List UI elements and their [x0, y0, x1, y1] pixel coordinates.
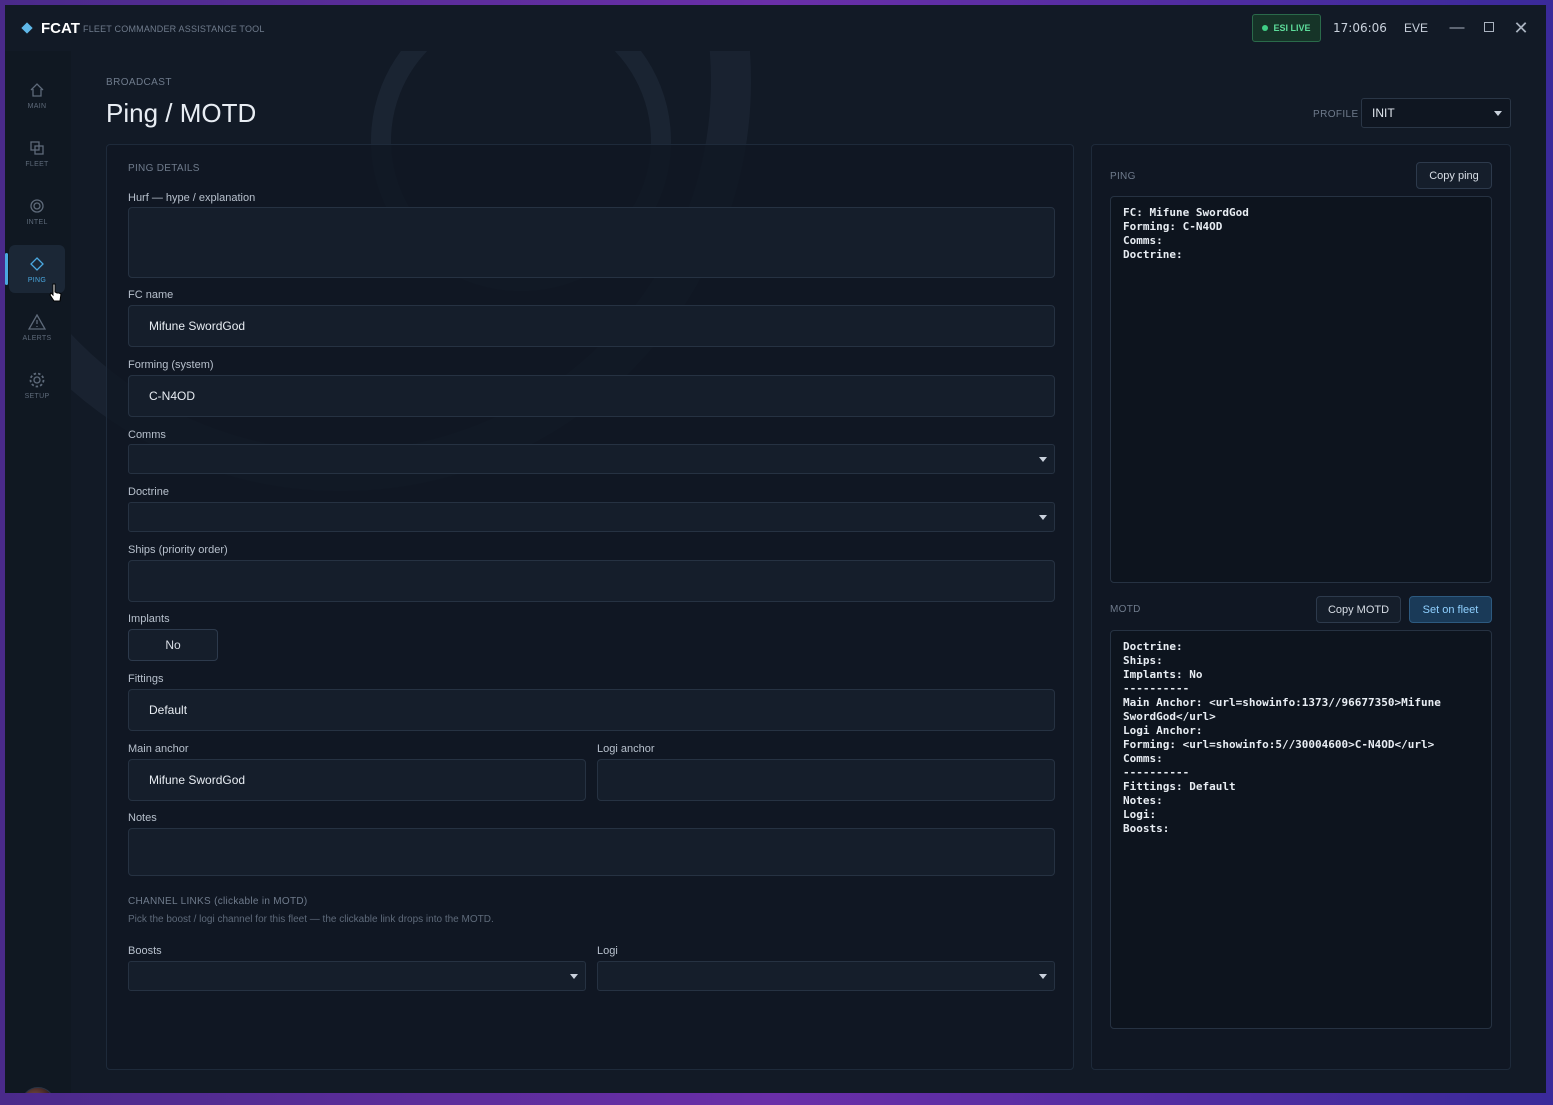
logi-anchor-label: Logi anchor [597, 743, 655, 755]
fittings-input[interactable]: Default [128, 689, 1055, 731]
sidebar-item-fleet[interactable]: FLEET [9, 129, 65, 177]
sidebar-item-label: SETUP [24, 392, 50, 400]
status-dot-icon [1262, 25, 1269, 31]
motd-text-area[interactable]: Doctrine: Ships: Implants: No ----------… [1110, 630, 1492, 1029]
esi-status-text: ESI LIVE [1273, 23, 1311, 33]
fc-name-input[interactable]: Mifune SwordGod [128, 305, 1055, 347]
alert-icon [28, 313, 46, 331]
maximize-button[interactable] [1478, 17, 1500, 39]
main-anchor-input[interactable]: Mifune SwordGod [128, 759, 586, 801]
sidebar: MAIN FLEET INTEL PING ALERTS SETUP [5, 51, 71, 1093]
avatar[interactable] [21, 1087, 55, 1093]
chevron-down-icon [1039, 457, 1047, 462]
breadcrumb: BROADCAST [106, 77, 172, 88]
profile-select-value: INIT [1372, 106, 1395, 120]
fc-name-label: FC name [128, 289, 174, 301]
intel-icon [28, 197, 46, 215]
forming-label: Forming (system) [128, 359, 214, 371]
logi-label: Logi [597, 945, 618, 957]
fittings-label: Fittings [128, 673, 164, 685]
profile-label: PROFILE [1313, 109, 1359, 120]
logi-anchor-input[interactable] [597, 759, 1055, 801]
ships-input[interactable] [128, 560, 1055, 602]
notes-label: Notes [128, 812, 157, 824]
channel-links-hint: Pick the boost / logi channel for this f… [128, 914, 494, 925]
ping-text-area[interactable]: FC: Mifune SwordGod Forming: C-N4OD Comm… [1110, 196, 1492, 583]
copy-ping-button[interactable]: Copy ping [1416, 162, 1492, 189]
close-button[interactable]: ✕ [1510, 17, 1532, 39]
page-title: Ping / MOTD [106, 98, 257, 128]
logo-icon [21, 22, 33, 34]
doctrine-label: Doctrine [128, 486, 169, 498]
doctrine-select[interactable] [128, 502, 1055, 532]
boosts-label: Boosts [128, 945, 162, 957]
main-anchor-label: Main anchor [128, 743, 189, 755]
app-window: FCAT FLEET COMMANDER ASSISTANCE TOOL ESI… [5, 5, 1546, 1093]
chevron-down-icon [1494, 111, 1502, 116]
sidebar-item-label: INTEL [26, 218, 48, 226]
app-name: FCAT [41, 20, 80, 37]
sidebar-item-setup[interactable]: SETUP [9, 361, 65, 409]
esi-status-badge: ESI LIVE [1252, 14, 1321, 42]
ships-label: Ships (priority order) [128, 544, 228, 556]
fleet-icon [28, 139, 46, 157]
ping-title: PING [1110, 171, 1136, 182]
title-bar: FCAT FLEET COMMANDER ASSISTANCE TOOL ESI… [5, 5, 1546, 51]
sidebar-item-alerts[interactable]: ALERTS [9, 303, 65, 351]
maximize-icon [1484, 22, 1494, 32]
boosts-select[interactable] [128, 961, 586, 991]
clock: 17:06:06 [1333, 21, 1387, 35]
sidebar-item-label: MAIN [27, 102, 47, 110]
notes-textarea[interactable] [128, 828, 1055, 876]
forming-input[interactable]: C-N4OD [128, 375, 1055, 417]
chevron-down-icon [570, 974, 578, 979]
hurf-textarea[interactable] [128, 207, 1055, 278]
logi-select[interactable] [597, 961, 1055, 991]
sidebar-item-intel[interactable]: INTEL [9, 187, 65, 235]
chevron-down-icon [1039, 515, 1047, 520]
chevron-down-icon [1039, 974, 1047, 979]
channel-links-title: CHANNEL LINKS (clickable in MOTD) [128, 896, 308, 907]
app-subtitle: FLEET COMMANDER ASSISTANCE TOOL [83, 24, 265, 34]
ping-details-panel: PING DETAILS Hurf — hype / explanation F… [106, 144, 1074, 1070]
hurf-label: Hurf — hype / explanation [128, 192, 256, 204]
copy-motd-button[interactable]: Copy MOTD [1316, 596, 1401, 623]
profile-select[interactable]: INIT [1361, 98, 1511, 128]
server-label: EVE [1404, 21, 1429, 35]
section-title: PING DETAILS [128, 163, 200, 174]
sidebar-item-label: FLEET [25, 160, 49, 168]
minimize-button[interactable]: — [1446, 17, 1468, 39]
sidebar-item-label: PING [27, 276, 47, 284]
sidebar-item-main[interactable]: MAIN [9, 71, 65, 119]
gear-icon [28, 371, 46, 389]
comms-label: Comms [128, 429, 166, 441]
comms-select[interactable] [128, 444, 1055, 474]
motd-title: MOTD [1110, 604, 1141, 615]
sidebar-item-label: ALERTS [22, 334, 52, 342]
ping-icon [28, 255, 46, 273]
implants-toggle[interactable]: No [128, 629, 218, 661]
set-on-fleet-button[interactable]: Set on fleet [1409, 596, 1492, 623]
output-panel: PING Copy ping FC: Mifune SwordGod Formi… [1091, 144, 1511, 1070]
implants-label: Implants [128, 613, 170, 625]
home-icon [28, 81, 46, 99]
